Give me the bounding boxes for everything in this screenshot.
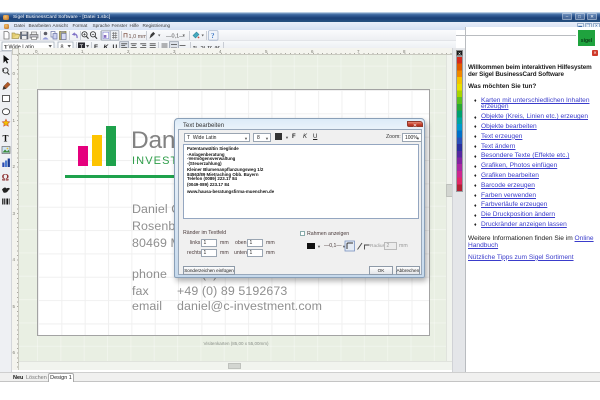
svg-text:Ω: Ω — [2, 173, 9, 183]
svg-text:—0,1—: —0,1— — [166, 34, 185, 40]
svg-text:1,0 mm: 1,0 mm — [129, 34, 148, 40]
svg-text:T: T — [3, 134, 9, 144]
svg-text:?: ? — [211, 32, 215, 40]
svg-text:T: T — [4, 44, 8, 50]
